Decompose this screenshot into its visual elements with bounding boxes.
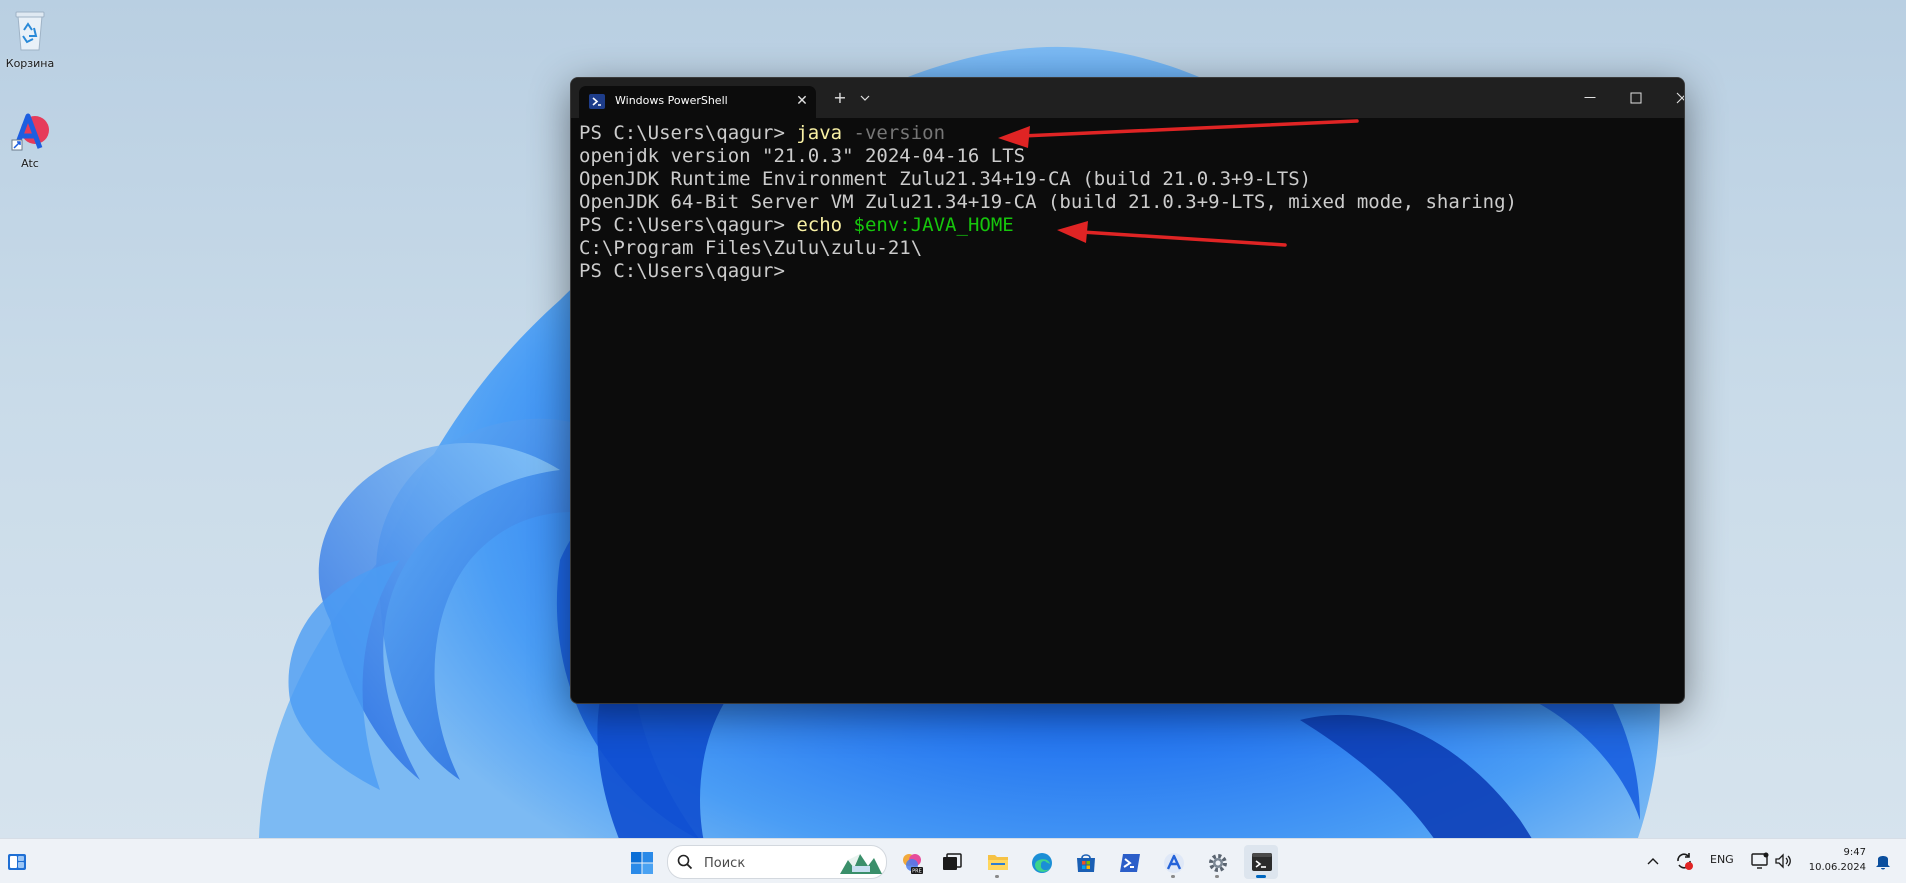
recycle-bin-label: Корзина — [5, 57, 55, 70]
copilot-icon: PRE — [903, 854, 923, 875]
prompt: PS C:\Users\qagur> — [579, 122, 797, 144]
running-indicator — [1171, 875, 1175, 878]
console-line: PS C:\Users\qagur> java -version — [579, 122, 1676, 145]
command-echo: echo — [796, 214, 843, 236]
taskbar: PRE — [0, 838, 1906, 883]
sync-icon — [1677, 853, 1693, 870]
file-explorer-icon — [988, 855, 1008, 870]
gear-icon — [1209, 854, 1227, 872]
tab-dropdown-button[interactable] — [857, 88, 873, 108]
atc-taskbar-button[interactable] — [1156, 845, 1190, 879]
console-output[interactable]: PS C:\Users\qagur> java -version openjdk … — [579, 122, 1676, 695]
chevron-down-icon — [860, 95, 870, 101]
powershell-icon — [1120, 854, 1140, 872]
start-button[interactable] — [624, 845, 658, 879]
active-indicator — [1256, 875, 1266, 878]
tab-title: Windows PowerShell — [615, 94, 728, 107]
variable-java-home: $env:JAVA_HOME — [842, 214, 1014, 236]
close-tab-button[interactable]: ✕ — [794, 93, 810, 109]
bell-icon — [1876, 856, 1890, 870]
store-button[interactable] — [1068, 845, 1102, 879]
console-line: PS C:\Users\qagur> echo $env:JAVA_HOME — [579, 214, 1676, 237]
recycle-bin-icon — [15, 11, 45, 51]
widgets-button[interactable] — [0, 845, 34, 879]
console-line: openjdk version "21.0.3" 2024-04-16 LTS — [579, 145, 1026, 167]
language-indicator[interactable]: ENG — [1710, 853, 1734, 866]
clock-time: 9:47 — [1843, 847, 1866, 858]
file-explorer-button[interactable] — [980, 845, 1014, 879]
atc-icon — [1164, 853, 1184, 873]
chevron-up-icon — [1647, 858, 1659, 865]
powershell-taskbar-button[interactable] — [1112, 845, 1146, 879]
minimize-button[interactable] — [1567, 78, 1613, 118]
command-java: java — [796, 122, 843, 144]
atc-label: Atc — [21, 157, 39, 170]
start-icon — [631, 852, 653, 874]
atc-shortcut[interactable]: Atc — [0, 110, 62, 170]
recycle-bin-shortcut[interactable]: Корзина — [0, 8, 62, 70]
maximize-button[interactable] — [1613, 78, 1659, 118]
notifications-button[interactable] — [1874, 851, 1894, 871]
sync-tray-button[interactable] — [1674, 851, 1694, 871]
powershell-icon — [589, 94, 605, 109]
console-line: C:\Program Files\Zulu\zulu-21\ — [579, 237, 923, 259]
network-icon — [1751, 852, 1769, 869]
task-view-button[interactable] — [935, 845, 969, 879]
search-highlight-icon — [840, 854, 882, 874]
maximize-icon — [1630, 92, 1642, 104]
terminal-icon — [1252, 853, 1272, 871]
prompt: PS C:\Users\qagur> — [579, 214, 797, 236]
show-hidden-icons-button[interactable] — [1643, 851, 1663, 871]
parameter-version: -version — [842, 122, 946, 144]
minimize-icon — [1584, 97, 1596, 98]
svg-text:PRE: PRE — [912, 869, 922, 875]
desktop: Корзина Atc Windows PowerShell ✕ + PS C:… — [0, 0, 1906, 883]
console-line: OpenJDK Runtime Environment Zulu21.34+19… — [579, 168, 1312, 190]
volume-tray-button[interactable] — [1773, 851, 1793, 871]
close-icon — [1676, 92, 1684, 104]
terminal-taskbar-button[interactable] — [1244, 845, 1278, 879]
search-icon — [677, 854, 693, 870]
settings-button[interactable] — [1200, 845, 1234, 879]
running-indicator — [1215, 875, 1219, 878]
terminal-window[interactable]: Windows PowerShell ✕ + PS C:\Users\qagur… — [570, 77, 1685, 704]
clock-date: 10.06.2024 — [1808, 862, 1866, 873]
widgets-icon — [8, 854, 26, 870]
running-indicator — [995, 875, 999, 878]
atc-app-icon — [11, 113, 49, 151]
task-view-icon — [943, 853, 962, 870]
network-tray-button[interactable] — [1750, 851, 1770, 871]
clock[interactable]: 9:47 10.06.2024 — [1800, 845, 1866, 875]
tab-windows-powershell[interactable]: Windows PowerShell ✕ — [579, 86, 816, 118]
console-line: PS C:\Users\qagur> — [579, 260, 1676, 283]
edge-icon — [1032, 853, 1052, 873]
prompt: PS C:\Users\qagur> — [579, 260, 785, 282]
volume-icon — [1775, 853, 1791, 869]
search-input[interactable] — [702, 852, 816, 874]
new-tab-button[interactable]: + — [830, 88, 850, 108]
store-icon — [1077, 854, 1095, 872]
close-window-button[interactable] — [1659, 78, 1684, 118]
title-bar[interactable]: Windows PowerShell ✕ + — [571, 78, 1684, 118]
edge-button[interactable] — [1024, 845, 1058, 879]
copilot-button[interactable]: PRE — [894, 845, 928, 879]
taskbar-search[interactable] — [667, 845, 887, 879]
console-line: OpenJDK 64-Bit Server VM Zulu21.34+19-CA… — [579, 191, 1517, 213]
